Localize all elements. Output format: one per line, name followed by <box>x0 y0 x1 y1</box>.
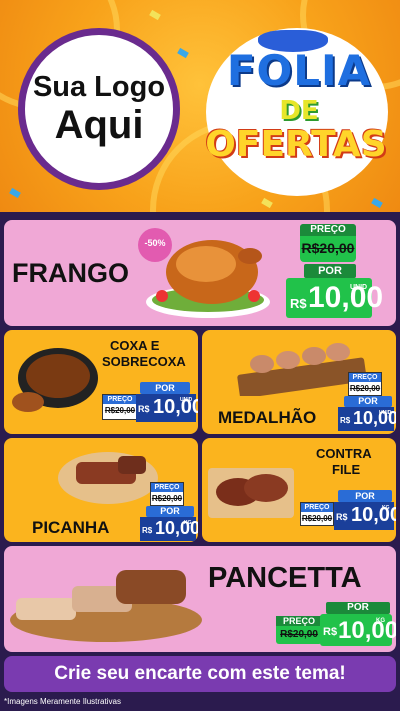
price-label: PREÇO <box>276 616 322 626</box>
unit: UNID <box>350 284 368 291</box>
confetti-icon <box>177 47 189 59</box>
old-price-box: PREÇO R$20,00 <box>348 372 382 396</box>
currency: R$ <box>336 512 348 522</box>
old-price-box: PREÇO R$20,00 <box>300 502 334 526</box>
product-card-contrafile: CONTRA FILE PREÇO R$20,00 POR R$ 10,00 K… <box>202 438 396 542</box>
header-banner: Sua Logo Aqui FOLIA DE OFERTAS <box>0 0 400 212</box>
unit: UNID <box>180 397 193 403</box>
contrafile-board-image <box>208 468 294 518</box>
product-name: MEDALHÃO <box>218 408 317 427</box>
old-price: R$20,00 <box>349 384 381 393</box>
product-name-line1: CONTRA <box>316 446 372 461</box>
logo-line1: Sua Logo <box>32 71 166 104</box>
currency: R$ <box>138 404 150 414</box>
por-label: POR <box>326 602 390 614</box>
new-price-box: R$ 10,00 UNID <box>338 407 396 431</box>
confetti-icon <box>371 197 383 209</box>
title-ofertas: OFERTAS <box>205 124 387 165</box>
new-price-box: R$ 10,00 UNID <box>286 278 383 318</box>
product-card-frango: FRANGO -50% PREÇO R$20,00 POR R$ 10,00 U… <box>4 220 396 326</box>
discount-text: -50% <box>144 238 166 248</box>
por-label: POR <box>140 382 190 394</box>
currency: R$ <box>340 416 351 425</box>
unit: KG <box>184 520 192 526</box>
price-label: PREÇO <box>301 503 333 512</box>
title-folia: FOLIA <box>226 46 372 95</box>
product-card-medalhao: MEDALHÃO PREÇO R$20,00 POR R$ 10,00 UNID <box>202 330 396 434</box>
new-price-box: R$ 10,00 KG <box>320 614 396 646</box>
product-name: PICANHA <box>32 518 110 537</box>
confetti-icon <box>9 187 21 199</box>
new-price-box: R$ 10,00 KG <box>334 502 396 530</box>
old-price: R$20,00 <box>280 629 318 640</box>
new-price-box: R$ 10,00 UNID <box>136 394 198 422</box>
pancetta-board-image <box>10 570 202 642</box>
product-card-picanha: PICANHA PREÇO R$20,00 POR R$ 10,00 KG <box>4 438 198 542</box>
currency: R$ <box>142 526 153 535</box>
product-name-line1: COXA E <box>110 338 160 353</box>
price-label: PREÇO <box>103 395 137 404</box>
title-de: DE <box>279 96 319 126</box>
old-price-box: PREÇO R$20,00 <box>300 224 356 262</box>
currency: R$ <box>323 626 338 638</box>
product-card-coxa: COXA E SOBRECOXA PREÇO R$20,00 POR R$ 10… <box>4 330 198 434</box>
footnote: *Imagens Meramente Ilustrativas <box>4 697 121 706</box>
product-card-pancetta: PANCETTA PREÇO R$20,00 POR R$ 10,00 KG <box>4 546 396 652</box>
price-label: PREÇO <box>349 373 381 382</box>
product-name: FRANGO <box>12 258 129 288</box>
currency: R$ <box>290 296 307 311</box>
old-price-box: PREÇO R$20,00 <box>102 394 138 420</box>
price-label: PREÇO <box>300 224 356 236</box>
old-price-box: PREÇO R$20,00 <box>276 616 322 644</box>
logo-placeholder: Sua Logo Aqui <box>18 28 180 190</box>
logo-line2: Aqui <box>54 102 144 147</box>
product-name: PANCETTA <box>208 562 362 594</box>
chicken-leg-pan-image <box>12 348 98 412</box>
product-name-line2: FILE <box>332 462 361 477</box>
unit: KG <box>376 618 385 624</box>
new-price: 10,00 <box>338 617 396 644</box>
por-label: POR <box>344 396 392 407</box>
por-label: POR <box>338 490 392 502</box>
cta-banner[interactable]: Crie seu encarte com este tema! <box>4 656 396 692</box>
picanha-board-image <box>58 452 158 504</box>
new-price-box: R$ 10,00 KG <box>140 517 198 541</box>
new-price: 10,00 <box>308 281 384 314</box>
product-name-line2: SOBRECOXA <box>102 354 186 369</box>
old-price: R$20,00 <box>104 406 136 415</box>
por-label: POR <box>304 264 356 278</box>
old-price-box: PREÇO R$20,00 <box>150 482 184 506</box>
confetti-icon <box>149 9 161 21</box>
unit: UNID <box>379 410 392 416</box>
price-label: PREÇO <box>151 483 183 492</box>
unit: KG <box>382 505 390 511</box>
old-price: R$20,00 <box>301 514 333 523</box>
old-price: R$20,00 <box>151 494 183 503</box>
por-label: POR <box>146 506 194 517</box>
old-price: R$20,00 <box>301 240 355 256</box>
